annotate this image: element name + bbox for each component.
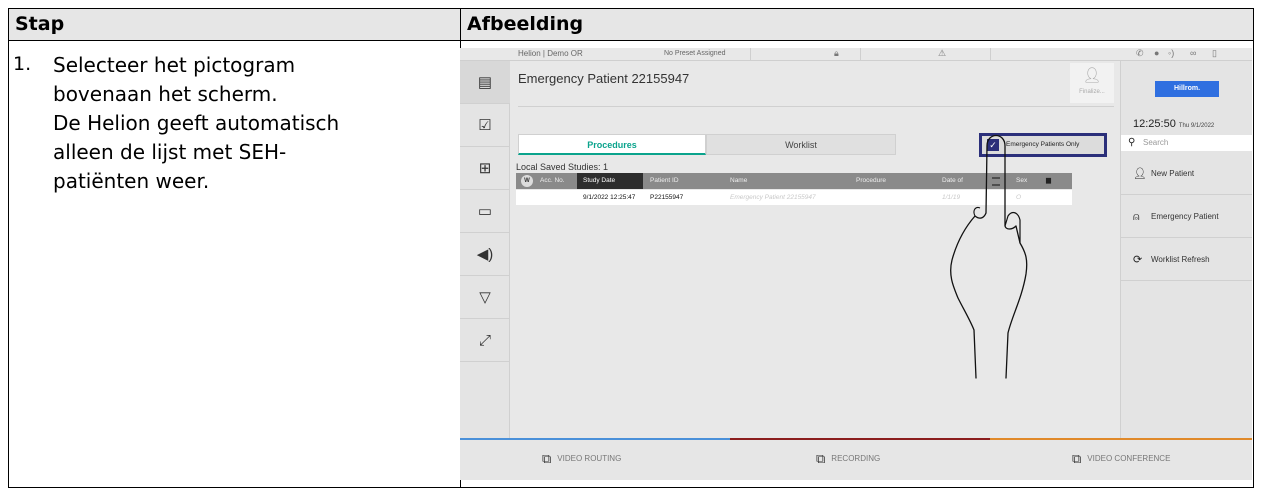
helion-screenshot: Helion | Demo OR No Preset Assigned 🔒︎ ⚠… (460, 48, 1252, 480)
column-header-image: Afbeelding (467, 13, 584, 35)
step-instruction: Selecteer het pictogram bovenaan het sch… (53, 53, 340, 193)
step-number: 1. (13, 53, 32, 75)
column-header-step: Stap (15, 13, 65, 35)
table-header-row: Stap Afbeelding (9, 9, 1253, 41)
pointing-hand-icon (950, 134, 1028, 379)
